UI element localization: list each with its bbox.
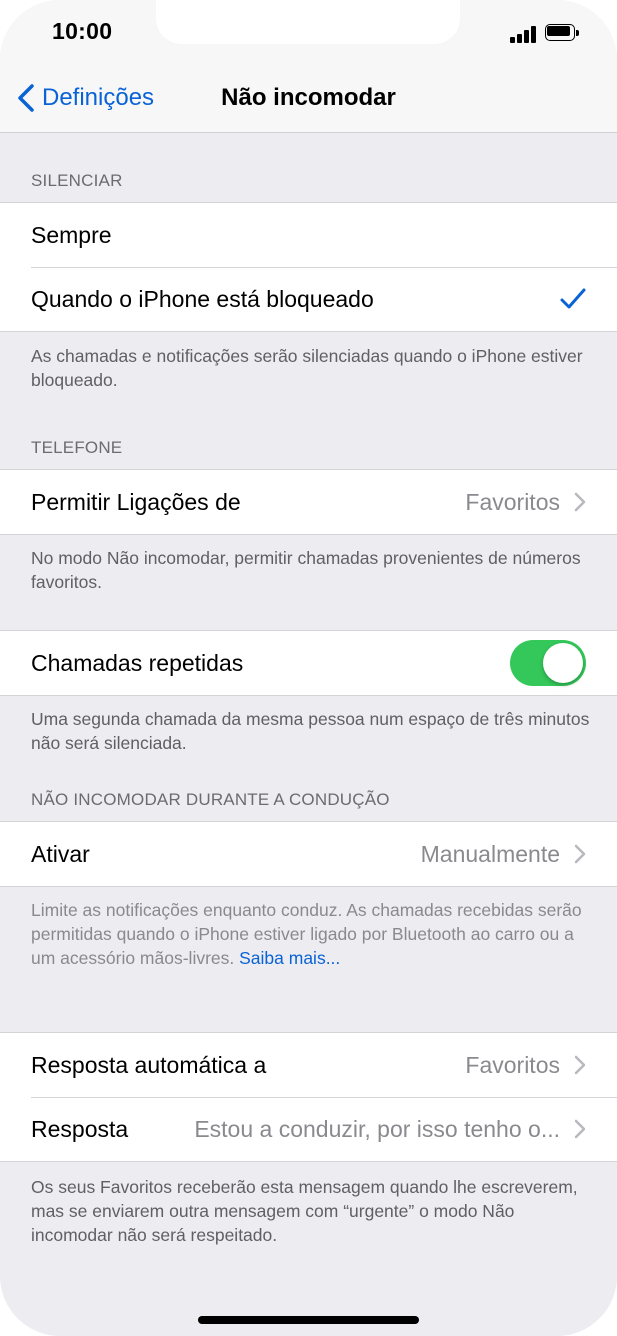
phone-screen: 10:00 Definições Não incomodar SILENCIAR… — [0, 0, 617, 1336]
toggle-knob — [543, 643, 583, 683]
page-title: Não incomodar — [221, 84, 396, 111]
row-value: Estou a conduzir, por isso tenho o... — [194, 1115, 560, 1142]
row-label: Ativar — [31, 840, 90, 867]
row-label: Resposta automática a — [31, 1051, 267, 1078]
repeated-calls-row: Chamadas repetidas — [0, 631, 617, 695]
notch — [156, 0, 460, 44]
row-value: Favoritos — [465, 1051, 560, 1078]
auto-reply-message-row[interactable]: Resposta Estou a conduzir, por isso tenh… — [0, 1097, 617, 1161]
silence-footer-note: As chamadas e notificações serão silenci… — [31, 346, 583, 390]
home-indicator[interactable] — [198, 1316, 419, 1324]
option-label: Sempre — [31, 221, 112, 248]
repeated-calls-group: Chamadas repetidas — [0, 630, 617, 696]
auto-reply-group: Resposta automática a Favoritos Resposta… — [0, 1032, 617, 1162]
chevron-right-icon — [574, 492, 586, 512]
driving-group: Ativar Manualmente — [0, 821, 617, 887]
phone-group: Permitir Ligações de Favoritos — [0, 469, 617, 535]
auto-reply-to-row[interactable]: Resposta automática a Favoritos — [0, 1033, 617, 1097]
chevron-right-icon — [574, 1119, 586, 1139]
section-header-driving: NÃO INCOMODAR DURANTE A CONDUÇÃO — [31, 790, 390, 809]
cellular-signal-icon — [510, 25, 538, 43]
battery-icon — [545, 24, 581, 43]
row-label: Chamadas repetidas — [31, 649, 244, 676]
repeated-calls-footer-note: Uma segunda chamada da mesma pessoa num … — [31, 709, 590, 753]
row-label: Resposta — [31, 1115, 129, 1142]
status-bar: 10:00 — [0, 0, 617, 64]
activate-row[interactable]: Ativar Manualmente — [0, 822, 617, 886]
driving-footer-note: Limite as notificações enquanto conduz. … — [31, 898, 591, 970]
chevron-right-icon — [574, 1055, 586, 1075]
row-value: Manualmente — [420, 840, 560, 867]
checkmark-icon — [560, 288, 586, 309]
row-label: Permitir Ligações de — [31, 488, 241, 515]
option-label: Quando o iPhone está bloqueado — [31, 285, 374, 312]
auto-reply-footer-note: Os seus Favoritos receberão esta mensage… — [31, 1177, 578, 1245]
phone-footer-note: No modo Não incomodar, permitir chamadas… — [31, 548, 581, 592]
allow-calls-from-row[interactable]: Permitir Ligações de Favoritos — [0, 470, 617, 534]
section-header-phone: TELEFONE — [31, 438, 123, 457]
navigation-bar: Definições Não incomodar — [0, 64, 617, 133]
repeated-calls-toggle[interactable] — [510, 640, 586, 686]
status-time: 10:00 — [52, 18, 113, 44]
learn-more-link[interactable]: Saiba mais... — [239, 948, 340, 968]
chevron-right-icon — [574, 844, 586, 864]
option-when-locked[interactable]: Quando o iPhone está bloqueado — [0, 267, 617, 331]
silence-options-group: Sempre Quando o iPhone está bloqueado — [0, 202, 617, 332]
section-header-silence: SILENCIAR — [31, 171, 123, 190]
row-value: Favoritos — [465, 488, 560, 515]
option-always[interactable]: Sempre — [0, 203, 617, 267]
